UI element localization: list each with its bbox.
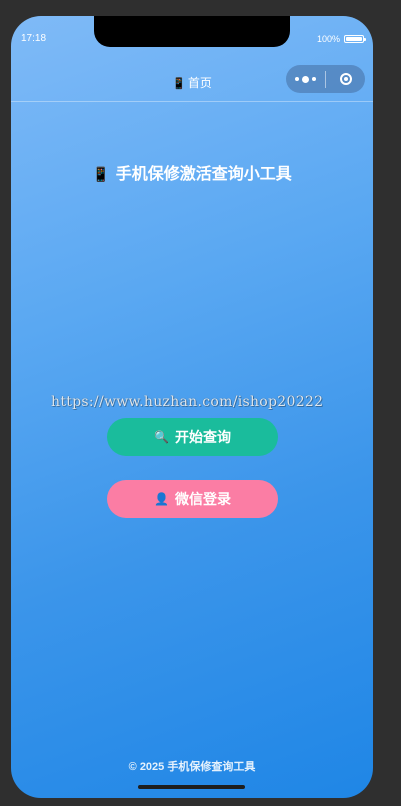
- app-title: 📱 手机保修激活查询小工具: [11, 160, 373, 184]
- phone-icon: 📱: [92, 166, 110, 182]
- more-dots-icon: [295, 77, 299, 81]
- miniprogram-capsule: [286, 65, 365, 93]
- close-miniprogram-button[interactable]: [326, 65, 365, 93]
- camera-notch: [94, 16, 290, 47]
- wechat-login-label: 微信登录: [174, 491, 231, 507]
- screen-stage: 17:18 100% 📱 首页 📱 手机保修激活查询小工具 https://ww…: [0, 0, 401, 806]
- battery-percent: 100%: [316, 34, 340, 44]
- more-dots-icon-end: [312, 77, 316, 81]
- more-dots-icon-center: [302, 75, 309, 83]
- phone-icon: 📱: [172, 78, 186, 90]
- home-indicator: [138, 785, 245, 789]
- phone-frame: 17:18 100% 📱 首页 📱 手机保修激活查询小工具 https://ww…: [11, 16, 373, 798]
- status-time: 17:18: [21, 33, 47, 44]
- watermark-url: https://www.huzhan.com/ishop20222: [51, 394, 324, 410]
- page-title-text: 首页: [187, 76, 212, 90]
- status-indicators: 100%: [316, 34, 366, 44]
- more-menu-button[interactable]: [286, 65, 325, 93]
- footer-copyright: © 2025 手机保修查询工具: [128, 761, 256, 773]
- user-icon: 👤: [154, 492, 169, 506]
- battery-icon: [344, 35, 366, 43]
- app-title-text: 手机保修激活查询小工具: [115, 166, 292, 183]
- wechat-login-button[interactable]: 👤 微信登录: [107, 480, 278, 518]
- navigation-bar: 📱 首页: [11, 60, 373, 102]
- start-query-label: 开始查询: [174, 429, 231, 445]
- search-icon: 🔍: [154, 430, 169, 444]
- start-query-button[interactable]: 🔍 开始查询: [107, 418, 278, 456]
- target-icon: [339, 73, 352, 85]
